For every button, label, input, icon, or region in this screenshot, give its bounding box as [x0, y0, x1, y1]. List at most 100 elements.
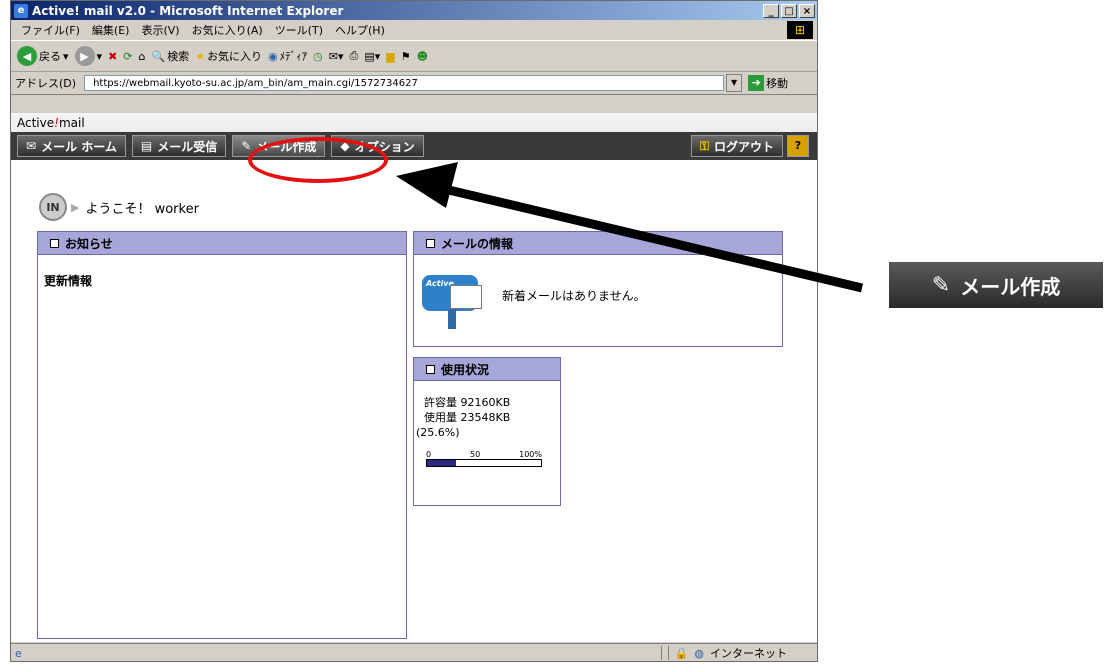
envelope-icon: ✉	[26, 139, 37, 153]
mail-home-button[interactable]: ✉ メール ホーム	[17, 135, 126, 157]
title-bar: e Active! mail v2.0 - Microsoft Internet…	[11, 1, 817, 20]
minimize-button[interactable]: _	[763, 3, 779, 18]
document-icon: ▤	[140, 139, 153, 153]
windows-logo-icon: ⊞	[787, 21, 813, 39]
mail-receive-button[interactable]: ▤ メール受信	[131, 135, 227, 157]
app-logo-part1: Active	[17, 116, 55, 130]
people-icon[interactable]: ☻	[417, 50, 428, 63]
globe-icon: ◍	[694, 646, 704, 660]
home-icon[interactable]: ⌂	[139, 50, 146, 63]
mailbox-icon: Active	[422, 269, 492, 329]
page-content: Active!mail ✉ メール ホーム ▤ メール受信 ✎ メール作成 ◆ …	[11, 113, 817, 642]
callout-label: メール作成	[960, 274, 1061, 299]
mail-info-panel: メールの情報 Active 新着メールはありません。	[413, 231, 783, 347]
mail-icon[interactable]: ✉▾	[329, 50, 344, 63]
search-icon: 🔍	[151, 49, 166, 63]
mail-home-label: メール ホーム	[41, 139, 117, 154]
compose-icon: ✎	[241, 139, 252, 153]
edit-icon[interactable]: ▤▾	[364, 50, 380, 63]
menu-help[interactable]: ヘルプ(H)	[335, 22, 385, 38]
notice-panel: お知らせ 更新情報	[37, 231, 407, 639]
browser-toolbar: ◀ 戻る ▾ ▶ ▾ ✖ ⟳ ⌂ 🔍 検索 ★ お気に入り ◉ ﾒﾃﾞｨｱ ◷ …	[11, 41, 817, 72]
usage-title: 使用状況	[441, 362, 490, 377]
usage-bar: 0 50 100%	[426, 450, 542, 467]
logout-label: ログアウト	[713, 139, 774, 154]
no-new-mail-text: 新着メールはありません。	[502, 288, 646, 303]
logout-button[interactable]: ⚿ ログアウト	[690, 135, 783, 157]
menu-favorites[interactable]: お気に入り(A)	[192, 22, 263, 38]
usage-fill	[427, 460, 457, 466]
ie-icon: e	[14, 3, 28, 18]
forward-button[interactable]: ▶ ▾	[74, 46, 102, 66]
history-icon[interactable]: ◷	[313, 50, 323, 63]
back-arrow-icon: ◀	[17, 46, 37, 66]
welcome-text: ようこそ！ worker	[85, 201, 199, 217]
close-button[interactable]: ×	[799, 3, 815, 18]
capacity-text: 許容量 92160KB	[424, 396, 511, 409]
used-text: 使用量 23548KB	[424, 411, 511, 424]
menu-bar: ファイル(F) 編集(E) 表示(V) お気に入り(A) ツール(T) ヘルプ(…	[11, 20, 817, 41]
media-button[interactable]: ◉ ﾒﾃﾞｨｱ	[268, 48, 307, 64]
welcome-message: IN ▶ ようこそ！ worker	[39, 193, 199, 221]
menu-tools[interactable]: ツール(T)	[275, 22, 323, 38]
stop-icon[interactable]: ✖	[108, 50, 117, 63]
go-button[interactable]: ➔ 移動	[748, 75, 788, 91]
scale-100: 100%	[519, 450, 542, 459]
options-button[interactable]: ◆ オプション	[331, 135, 424, 157]
status-bar: e 🔒 ◍ インターネット	[11, 643, 817, 661]
messenger-icon[interactable]: ⚑	[401, 50, 411, 63]
favorites-label: お気に入り	[207, 50, 263, 63]
media-label: ﾒﾃﾞｨｱ	[279, 50, 308, 63]
lock-icon: 🔒	[674, 646, 689, 660]
search-label: 検索	[167, 50, 190, 63]
back-button[interactable]: ◀ 戻る ▾	[17, 46, 69, 66]
menu-file[interactable]: ファイル(F)	[21, 22, 80, 38]
mail-receive-label: メール受信	[157, 139, 218, 154]
mail-info-header: メールの情報	[414, 232, 782, 255]
scale-50: 50	[470, 450, 481, 459]
menu-edit[interactable]: 編集(E)	[92, 22, 130, 38]
address-bar: アドレス(D) https://webmail.kyoto-su.ac.jp/a…	[11, 72, 817, 95]
address-dropdown-icon[interactable]: ▼	[726, 74, 743, 92]
compose-icon-large: ✎	[931, 272, 951, 298]
go-label: 移動	[766, 77, 789, 90]
favorites-button[interactable]: ★ お気に入り	[195, 48, 262, 64]
mail-compose-label: メール作成	[256, 139, 317, 154]
usage-track	[426, 459, 542, 467]
folder-icon[interactable]: ▆	[386, 50, 394, 63]
usage-panel: 使用状況 許容量 92160KB 使用量 23548KB (25.6%) 0 5…	[413, 357, 561, 506]
app-header: Active!mail ✉ メール ホーム ▤ メール受信 ✎ メール作成 ◆ …	[11, 113, 817, 177]
zone-label: インターネット	[710, 647, 787, 660]
in-badge-icon: IN	[39, 193, 67, 221]
help-button[interactable]: ?	[787, 135, 809, 157]
media-icon: ◉	[268, 49, 278, 63]
notice-panel-header: お知らせ	[38, 232, 406, 255]
compose-callout: ✎ メール作成	[889, 262, 1103, 308]
mail-compose-button[interactable]: ✎ メール作成	[232, 135, 326, 157]
address-input[interactable]: https://webmail.kyoto-su.ac.jp/am_bin/am…	[84, 75, 725, 91]
mail-info-title: メールの情報	[441, 236, 514, 251]
app-logo: Active!mail	[17, 116, 85, 130]
refresh-icon[interactable]: ⟳	[123, 50, 132, 63]
star-icon: ★	[195, 49, 206, 63]
options-label: オプション	[354, 139, 415, 154]
address-label: アドレス(D)	[15, 77, 77, 90]
scale-0: 0	[426, 450, 432, 459]
app-logo-part2: mail	[58, 116, 85, 130]
news-title: 更新情報	[44, 274, 93, 288]
notice-title: お知らせ	[65, 236, 113, 251]
search-button[interactable]: 🔍 検索	[151, 48, 189, 64]
page-icon: e	[15, 646, 22, 660]
print-icon[interactable]: ⎙	[350, 49, 359, 63]
menu-view[interactable]: 表示(V)	[141, 22, 179, 38]
arrow-icon: ▶	[71, 200, 80, 214]
usage-percent: (25.6%)	[416, 426, 460, 439]
app-nav: ✉ メール ホーム ▤ メール受信 ✎ メール作成 ◆ オプション ⚿ ログアウ…	[11, 132, 817, 160]
browser-window: e Active! mail v2.0 - Microsoft Internet…	[10, 0, 818, 662]
forward-arrow-icon: ▶	[74, 46, 95, 66]
options-icon: ◆	[340, 139, 350, 153]
window-title: Active! mail v2.0 - Microsoft Internet E…	[32, 3, 344, 18]
maximize-button[interactable]: □	[781, 3, 797, 18]
back-label: 戻る	[39, 50, 61, 63]
usage-header: 使用状況	[414, 358, 560, 381]
